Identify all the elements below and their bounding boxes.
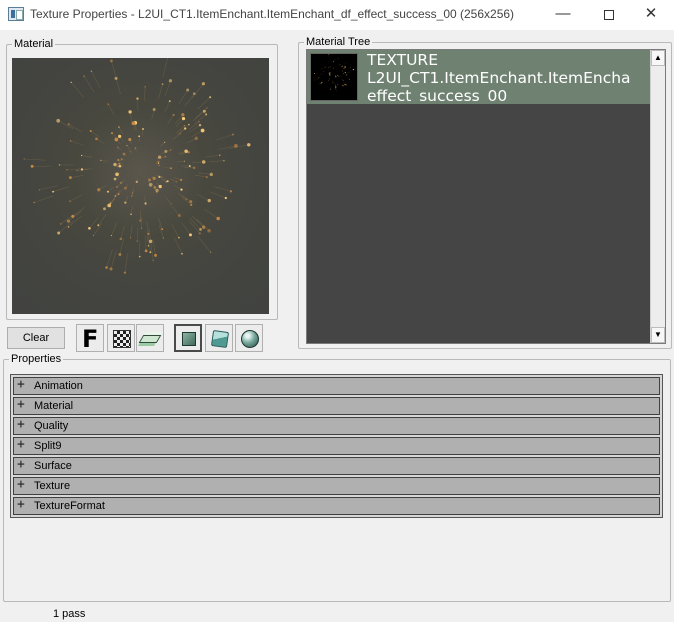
property-category-texture[interactable]: + Texture [13, 477, 660, 495]
expand-icon[interactable]: + [17, 497, 25, 513]
property-category-material[interactable]: + Material [13, 397, 660, 415]
layers-icon [138, 335, 162, 343]
minimize-button[interactable]: — [540, 0, 586, 30]
expand-icon[interactable]: + [17, 437, 25, 453]
thumbnail-image [314, 54, 355, 91]
tree-scrollbar[interactable]: ▲ ▼ [650, 50, 665, 343]
status-text: 1 pass [53, 608, 86, 620]
scroll-down-button[interactable]: ▼ [651, 327, 665, 343]
properties-label: Properties [11, 353, 62, 365]
property-category-label: Animation [34, 380, 83, 392]
layers-button[interactable] [136, 324, 164, 352]
tree-item-type: TEXTURE [367, 51, 438, 69]
material-tree-view[interactable]: TEXTURE L2UI_CT1.ItemEnchant.ItemEncha e… [306, 49, 666, 344]
sphere-preview-icon [241, 330, 259, 348]
cube-preview-button[interactable] [205, 324, 233, 352]
expand-icon[interactable]: + [17, 457, 25, 473]
expand-icon[interactable]: + [17, 397, 25, 413]
material-preview[interactable] [12, 58, 269, 314]
app-icon [8, 7, 24, 21]
maximize-icon [604, 10, 614, 20]
maximize-button[interactable] [586, 0, 632, 30]
expand-icon[interactable]: + [17, 477, 25, 493]
title-bar: Texture Properties - L2UI_CT1.ItemEnchan… [0, 0, 674, 30]
property-category-label: Split9 [34, 440, 62, 452]
status-bar: 1 pass [0, 602, 674, 622]
property-category-animation[interactable]: + Animation [13, 377, 660, 395]
sphere-preview-button[interactable] [235, 324, 263, 352]
close-button[interactable]: ✕ [628, 0, 674, 30]
plane-preview-icon [182, 332, 196, 346]
texture-thumbnail [310, 53, 358, 101]
property-category-split9[interactable]: + Split9 [13, 437, 660, 455]
tree-item-texture[interactable]: TEXTURE L2UI_CT1.ItemEnchant.ItemEncha e… [307, 50, 651, 104]
property-category-label: Surface [34, 460, 72, 472]
plane-preview-button[interactable] [174, 324, 202, 352]
expand-icon[interactable]: + [17, 377, 25, 393]
property-category-label: TextureFormat [34, 500, 105, 512]
sparkle-texture-image [23, 58, 251, 274]
property-category-quality[interactable]: + Quality [13, 417, 660, 435]
expand-icon[interactable]: + [17, 417, 25, 433]
checker-background-icon [113, 330, 131, 348]
tree-item-text: TEXTURE L2UI_CT1.ItemEnchant.ItemEncha e… [367, 51, 651, 103]
material-group-label: Material [14, 38, 54, 50]
material-tree-label: Material Tree [306, 36, 371, 48]
property-category-surface[interactable]: + Surface [13, 457, 660, 475]
tree-item-name-cont: effect_success_00 [367, 87, 508, 103]
checker-background-button[interactable] [107, 324, 135, 352]
fallback-toggle-button[interactable]: F [76, 324, 104, 353]
property-category-label: Texture [34, 480, 71, 492]
property-category-label: Material [34, 400, 74, 412]
tree-item-name: L2UI_CT1.ItemEnchant.ItemEncha [367, 69, 631, 87]
clear-button[interactable]: Clear [7, 327, 65, 349]
window-title: Texture Properties - L2UI_CT1.ItemEnchan… [30, 7, 515, 21]
fallback-icon: F [82, 325, 99, 353]
cube-preview-icon [210, 329, 230, 349]
property-category-textureformat[interactable]: + TextureFormat [13, 497, 660, 515]
scroll-up-button[interactable]: ▲ [651, 50, 665, 66]
properties-list: + Animation + Material + Quality + Split… [10, 374, 663, 518]
property-category-label: Quality [34, 420, 69, 432]
